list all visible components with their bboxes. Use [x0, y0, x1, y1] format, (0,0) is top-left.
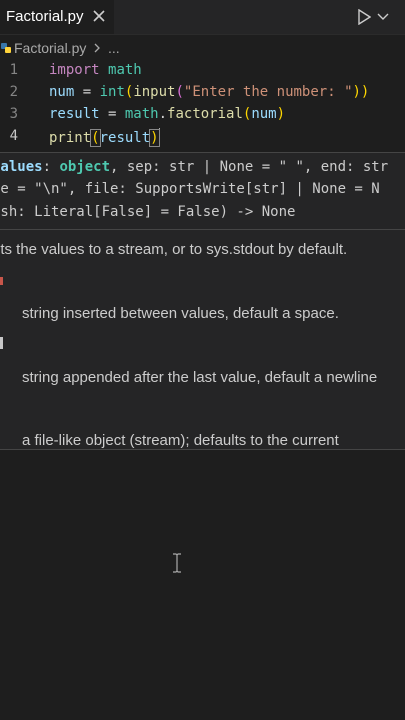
operator: = — [99, 106, 125, 122]
bracket: ( — [175, 84, 184, 100]
hover-tooltip: values: object, sep: str | None = " ", e… — [0, 152, 405, 450]
line-number: 3 — [9, 106, 18, 122]
arg-num: num — [251, 106, 277, 122]
chevron-down-icon[interactable] — [377, 12, 389, 22]
module-math: math — [108, 62, 142, 78]
module-math: math — [124, 106, 159, 122]
tooltip-divider — [0, 229, 405, 230]
doc-end: string appended after the last value, de… — [22, 369, 378, 386]
signature-line-1: values: object, sep: str | None = " ", e… — [0, 159, 388, 175]
text-cursor-icon — [173, 553, 181, 573]
line-number: 2 — [9, 84, 18, 100]
scroll-marker — [0, 337, 3, 349]
signature-line-3: ush: Literal[False] = False) -> None — [0, 204, 296, 220]
editor-tab-bar: Factorial.py — [0, 0, 405, 35]
builtin-print: print — [49, 130, 92, 146]
code-line-4[interactable]: 4 print(result) — [0, 128, 405, 150]
arg-result: result — [99, 130, 151, 146]
signature-line-2: ne = "\n", file: SupportsWrite[str] | No… — [0, 181, 380, 197]
bracket: ) — [276, 106, 286, 122]
scroll-marker — [0, 277, 3, 285]
tab-label: Factorial.py — [6, 8, 84, 25]
tab-factorial-py[interactable]: Factorial.py — [0, 0, 114, 34]
close-icon[interactable] — [92, 9, 106, 23]
param-values: values — [0, 159, 43, 175]
text-cursor — [158, 128, 160, 144]
run-icon[interactable] — [357, 9, 371, 25]
fn-factorial: factorial — [167, 106, 243, 122]
type-object: object — [59, 159, 111, 175]
bracket: )) — [352, 84, 370, 100]
chevron-right-icon — [94, 43, 100, 53]
python-file-icon — [1, 43, 11, 53]
breadcrumb-file[interactable]: Factorial.py — [14, 40, 86, 56]
bracket: ) — [149, 129, 160, 147]
signature-rest: , sep: str | None = " ", end: str — [110, 159, 389, 175]
var-num: num — [49, 84, 75, 100]
breadcrumb-more[interactable]: ... — [108, 40, 120, 56]
code-line-1[interactable]: 1 import math — [0, 62, 405, 84]
doc-summary: nts the values to a stream, or to sys.st… — [0, 241, 348, 258]
code-line-2[interactable]: 2 num = int(input("Enter the number: ")) — [0, 84, 405, 106]
var-result: result — [49, 106, 100, 122]
doc-sep: string inserted between values, default … — [22, 305, 339, 322]
keyword-import: import — [49, 62, 100, 78]
code-line-3[interactable]: 3 result = math.factorial(num) — [0, 106, 405, 128]
string-literal: "Enter the number: " — [183, 84, 353, 100]
dot: . — [158, 106, 168, 122]
doc-file: a file-like object (stream); defaults to… — [22, 432, 339, 449]
line-number: 1 — [9, 62, 18, 78]
builtin-input: input — [133, 84, 176, 100]
line-number: 4 — [9, 128, 18, 144]
bracket: ( — [90, 129, 101, 147]
builtin-int: int — [99, 84, 125, 100]
colon: : — [42, 159, 60, 175]
operator: = — [74, 84, 100, 100]
